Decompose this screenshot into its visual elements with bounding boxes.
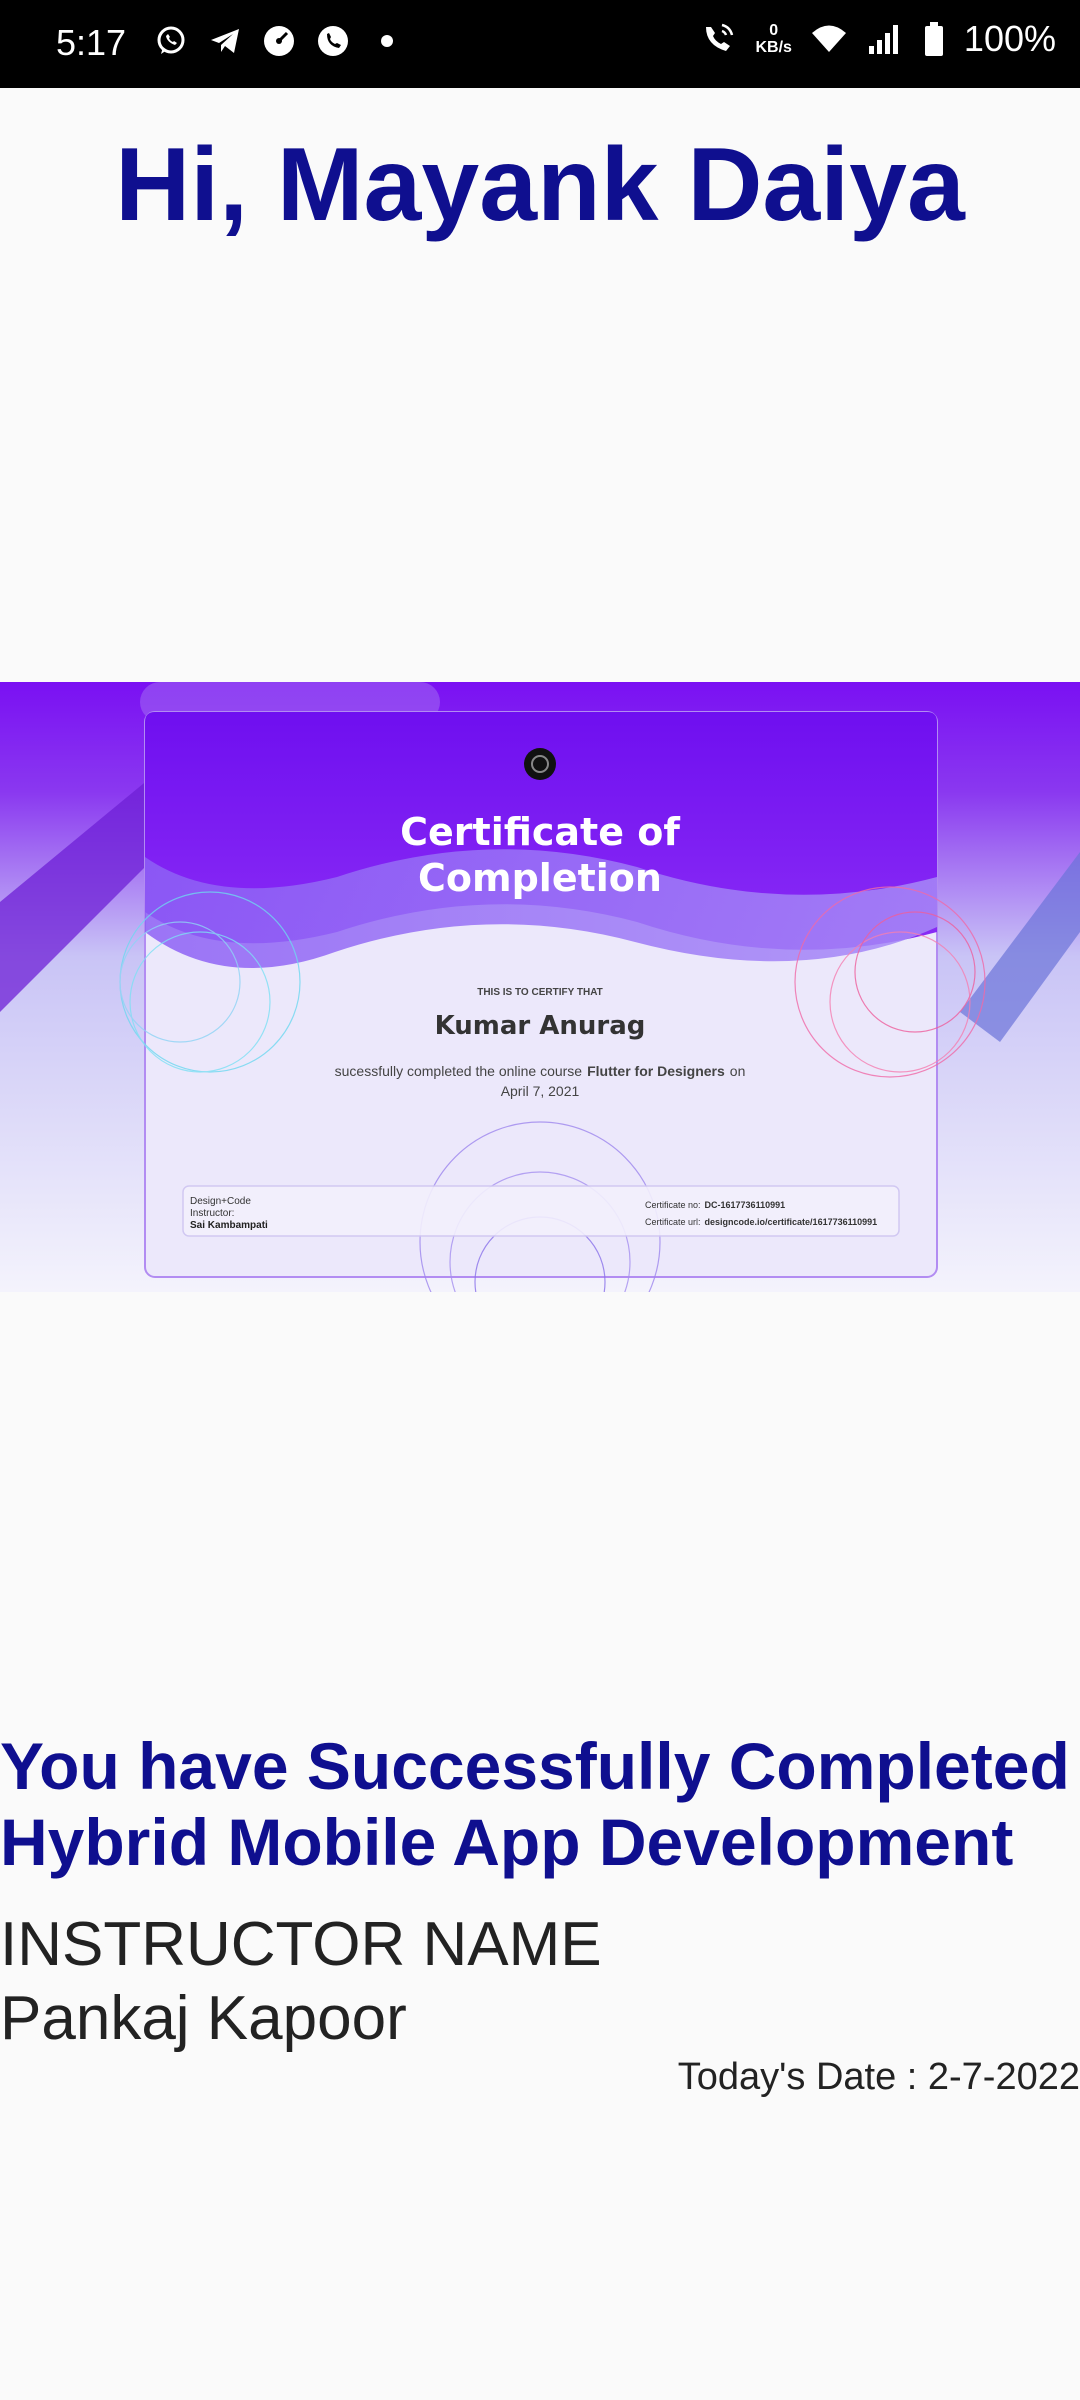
more-notifications-dot-icon (368, 22, 406, 60)
cert-no-label: Certificate no: (645, 1200, 701, 1210)
todays-date: Today's Date : 2-7-2022 (677, 2056, 1080, 2098)
certificate-title-line1: Certificate of (400, 810, 680, 854)
greeting-heading: Hi, Mayank Daiya (115, 127, 965, 243)
course-suffix: on (730, 1063, 746, 1079)
certificate-url-line: Certificate url: designcode.io/certificat… (645, 1217, 877, 1227)
completion-line-1: You have Successfully Completed (0, 1729, 1070, 1803)
battery-icon (922, 20, 946, 58)
certificate-image: Certificate of Completion THIS IS TO CER… (0, 682, 1080, 1292)
cert-no: DC-1617736110991 (705, 1200, 786, 1210)
cert-url-label: Certificate url: (645, 1217, 701, 1227)
course-name: Flutter for Designers (587, 1063, 725, 1079)
certificate-course-line: sucessfully completed the online course F… (335, 1063, 746, 1079)
certificate-org: Design+Code (190, 1196, 251, 1207)
completion-line-2: Hybrid Mobile App Development (0, 1805, 1014, 1879)
network-speed-unit: KB/s (755, 39, 792, 56)
instructor-name: Pankaj Kapoor (0, 1984, 407, 2053)
course-prefix: sucessfully completed the online course (335, 1063, 583, 1079)
instructor-heading: INSTRUCTOR NAME (0, 1910, 602, 1979)
certificate-recipient: Kumar Anurag (435, 1011, 646, 1041)
certificate-title-line2: Completion (418, 856, 662, 900)
certificate-date: April 7, 2021 (501, 1083, 580, 1099)
certificate-instructor: Sai Kambampati (190, 1220, 268, 1231)
battery-percentage: 100% (963, 18, 1056, 59)
completion-message: You have Successfully Completed Hybrid M… (0, 1728, 1080, 1880)
network-speed-value: 0 (769, 22, 779, 39)
speedometer-icon (260, 22, 298, 60)
wifi-icon (810, 20, 848, 58)
status-bar: 5:17 0 KB/s 100% (0, 0, 1080, 88)
cert-url: designcode.io/certificate/1617736110991 (705, 1217, 878, 1227)
telegram-icon (206, 22, 244, 60)
notification-icons (152, 22, 406, 60)
network-speed: 0 KB/s (755, 22, 791, 56)
certificate-instructor-label: Instructor: (190, 1208, 234, 1219)
status-time: 5:17 (56, 22, 127, 63)
wifi-calling-icon (699, 20, 737, 58)
certificate-number-line: Certificate no: DC-1617736110991 (645, 1200, 785, 1210)
certify-text: THIS IS TO CERTIFY THAT (477, 987, 603, 998)
system-icons: 0 KB/s 100% (699, 18, 1056, 60)
signal-icon (866, 20, 904, 58)
whatsapp-icon (152, 22, 190, 60)
phone-call-icon (314, 22, 352, 60)
